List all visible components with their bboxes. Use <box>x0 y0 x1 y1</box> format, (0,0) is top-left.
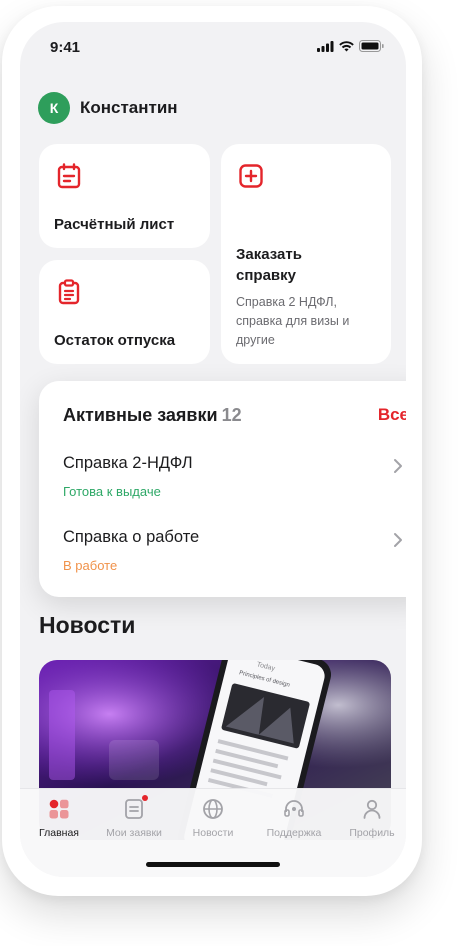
order-certificate-card[interactable]: Заказать справку Справка 2 НДФЛ, справка… <box>221 144 391 364</box>
person-icon <box>360 797 384 821</box>
tab-home[interactable]: Главная <box>22 797 96 839</box>
request-item[interactable]: Справка 2-НДФЛ Готова к выдаче <box>63 454 406 504</box>
home-indicator[interactable] <box>146 862 280 867</box>
request-name: Справка о работе <box>63 528 200 546</box>
status-bar: 9:41 <box>20 22 406 70</box>
status-time: 9:41 <box>50 39 81 56</box>
battery-icon <box>359 40 384 52</box>
plus-square-icon <box>239 164 263 188</box>
payslip-icon <box>57 163 81 189</box>
user-header[interactable]: К Константин <box>38 92 178 124</box>
headset-icon <box>282 797 306 821</box>
active-requests-count: 12 <box>221 405 242 425</box>
notification-badge <box>142 795 148 801</box>
tab-my-requests-label: Мои заявки <box>106 827 162 839</box>
order-certificate-label-line1: Заказать <box>236 246 302 263</box>
order-certificate-desc-line1: Справка 2 НДФЛ, <box>236 295 337 309</box>
active-requests-title-text: Активные заявки <box>63 405 218 425</box>
wifi-icon <box>339 40 354 51</box>
order-certificate-label: Заказать справку <box>236 244 302 286</box>
tab-my-requests[interactable]: Мои заявки <box>97 795 171 839</box>
status-icons <box>317 40 384 52</box>
tab-profile-label: Профиль <box>349 827 395 839</box>
tab-support[interactable]: Поддержка <box>257 797 331 839</box>
vacation-balance-card[interactable]: Остаток отпуска <box>39 260 210 364</box>
order-certificate-label-line2: справку <box>236 267 296 284</box>
order-certificate-desc-line3: другие <box>236 333 275 347</box>
vacation-balance-label: Остаток отпуска <box>54 332 176 349</box>
request-name: Справка 2-НДФЛ <box>63 454 193 472</box>
request-status: Готова к выдаче <box>63 484 161 499</box>
active-requests-title: Активные заявки 12 <box>63 405 242 426</box>
request-item[interactable]: Справка о работе В работе <box>63 528 406 578</box>
globe-icon <box>201 797 225 821</box>
signal-icon <box>317 40 334 52</box>
tab-news-label: Новости <box>192 827 234 839</box>
payslip-label: Расчётный лист <box>54 216 175 233</box>
chevron-right-icon <box>394 459 402 473</box>
app-screen: 9:41 К Константин Расчётный лист Заказат… <box>20 22 406 877</box>
avatar[interactable]: К <box>38 92 70 124</box>
view-all-link[interactable]: Все <box>378 405 406 425</box>
tab-support-label: Поддержка <box>266 827 322 839</box>
clipboard-icon <box>58 279 80 305</box>
chevron-right-icon <box>394 533 402 547</box>
tab-news[interactable]: Новости <box>176 797 250 839</box>
news-section-title: Новости <box>39 612 136 638</box>
tab-profile[interactable]: Профиль <box>335 797 406 839</box>
request-status: В работе <box>63 558 118 573</box>
user-name: Константин <box>80 98 178 117</box>
home-grid-icon <box>47 797 71 821</box>
order-certificate-desc-line2: справка для визы и <box>236 314 350 328</box>
active-requests-panel: Активные заявки 12 Все Справка 2-НДФЛ Гот… <box>39 381 406 597</box>
payslip-card[interactable]: Расчётный лист <box>39 144 210 248</box>
requests-icon <box>122 795 148 821</box>
order-certificate-description: Справка 2 НДФЛ, справка для визы и други… <box>236 293 349 350</box>
tab-home-label: Главная <box>39 827 79 839</box>
